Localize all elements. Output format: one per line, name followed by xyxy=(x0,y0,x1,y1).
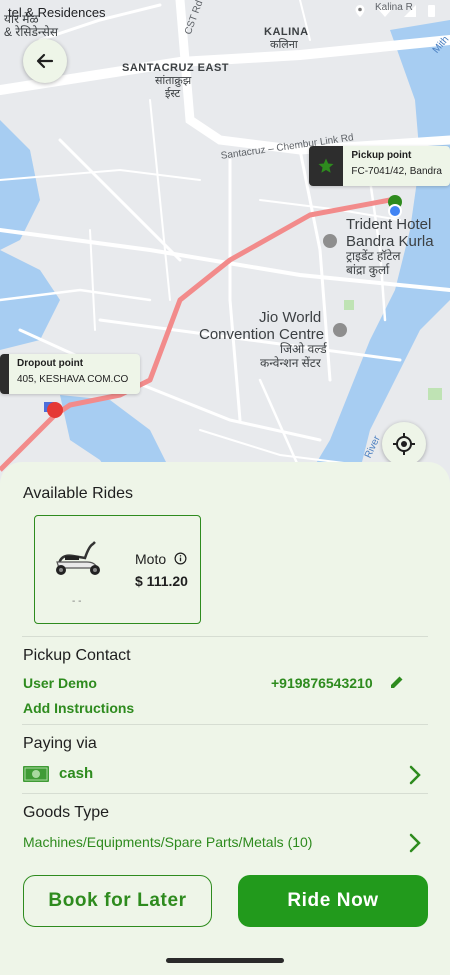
star-icon xyxy=(318,158,334,173)
payment-method-row[interactable]: cash xyxy=(23,764,423,788)
ride-name: Moto xyxy=(135,551,167,567)
divider xyxy=(22,724,428,725)
map-label: & रेसिडेन्सेस xyxy=(4,25,58,39)
paying-via-title: Paying via xyxy=(23,735,97,752)
contact-phone: +919876543210 xyxy=(271,675,373,691)
map-label: Kalina R xyxy=(375,2,413,13)
pickup-point-card[interactable]: Pickup point FC-7041/42, Bandra xyxy=(309,146,450,186)
map-label: Convention Centre xyxy=(199,326,325,343)
pickup-contact-title: Pickup Contact xyxy=(23,647,131,664)
payment-method-label: cash xyxy=(59,765,94,782)
back-arrow-icon xyxy=(36,53,54,69)
map-label: Bandra Kurla xyxy=(346,233,434,250)
ride-price: $ 111.20 xyxy=(135,573,188,589)
map-label: कन्वेन्शन सेंटर xyxy=(260,356,321,370)
dropout-address: 405, KESHAVA COM.CO xyxy=(17,374,129,385)
dropout-point-card[interactable]: Dropout point 405, KESHAVA COM.CO xyxy=(0,354,140,394)
pickup-icon-box xyxy=(309,146,344,186)
map-view[interactable]: tel & Residences यार मेळ & रेसिडेन्सेस K… xyxy=(0,0,450,490)
goods-type-title: Goods Type xyxy=(23,804,109,821)
my-location-icon xyxy=(393,433,415,455)
pickup-address: FC-7041/42, Bandra xyxy=(351,166,442,177)
chevron-right-icon xyxy=(409,765,421,785)
map-label: Trident Hotel xyxy=(346,216,432,233)
pickup-title: Pickup point xyxy=(351,150,412,161)
map-label: सांताक्रुझ xyxy=(155,75,192,87)
info-icon[interactable] xyxy=(174,552,187,565)
edit-icon[interactable] xyxy=(389,674,405,690)
map-label: जिओ वर्ल्ड xyxy=(280,342,327,356)
divider xyxy=(22,636,428,637)
add-instructions-link[interactable]: Add Instructions xyxy=(23,700,134,716)
ride-eta: - - xyxy=(72,596,82,607)
ride-now-button[interactable]: Ride Now xyxy=(238,875,428,927)
chevron-right-icon xyxy=(409,833,421,853)
dropout-title: Dropout point xyxy=(17,358,84,369)
map-label: KALINA xyxy=(264,26,309,38)
map-label: कलिना xyxy=(270,39,298,51)
map-label: ट्राइडेंट हॉटेल xyxy=(346,249,401,263)
back-button[interactable] xyxy=(23,39,67,83)
scooter-icon xyxy=(56,541,100,575)
available-rides-title: Available Rides xyxy=(23,485,133,502)
location-icon xyxy=(355,5,365,17)
home-indicator[interactable] xyxy=(166,958,284,963)
goods-type-value: Machines/Equipments/Spare Parts/Metals (… xyxy=(23,834,313,850)
ride-option-card[interactable]: Moto $ 111.20 - - xyxy=(34,515,201,624)
dropout-marker-strip xyxy=(0,354,9,394)
map-label: ईस्ट xyxy=(165,88,181,100)
battery-icon xyxy=(428,5,435,17)
cash-icon xyxy=(23,766,49,782)
divider xyxy=(22,793,428,794)
ride-bottom-sheet: Available Rides Moto $ 111.20 - - Pickup… xyxy=(0,462,450,975)
map-label: बांद्रा कुर्ला xyxy=(346,263,390,277)
contact-name: User Demo xyxy=(23,675,97,691)
my-location-button[interactable] xyxy=(382,422,426,466)
map-label: SANTACRUZ EAST xyxy=(122,62,230,74)
book-for-later-button[interactable]: Book for Later xyxy=(23,875,212,927)
goods-type-row[interactable]: Machines/Equipments/Spare Parts/Metals (… xyxy=(23,833,423,857)
map-label: Jio World xyxy=(259,309,322,326)
